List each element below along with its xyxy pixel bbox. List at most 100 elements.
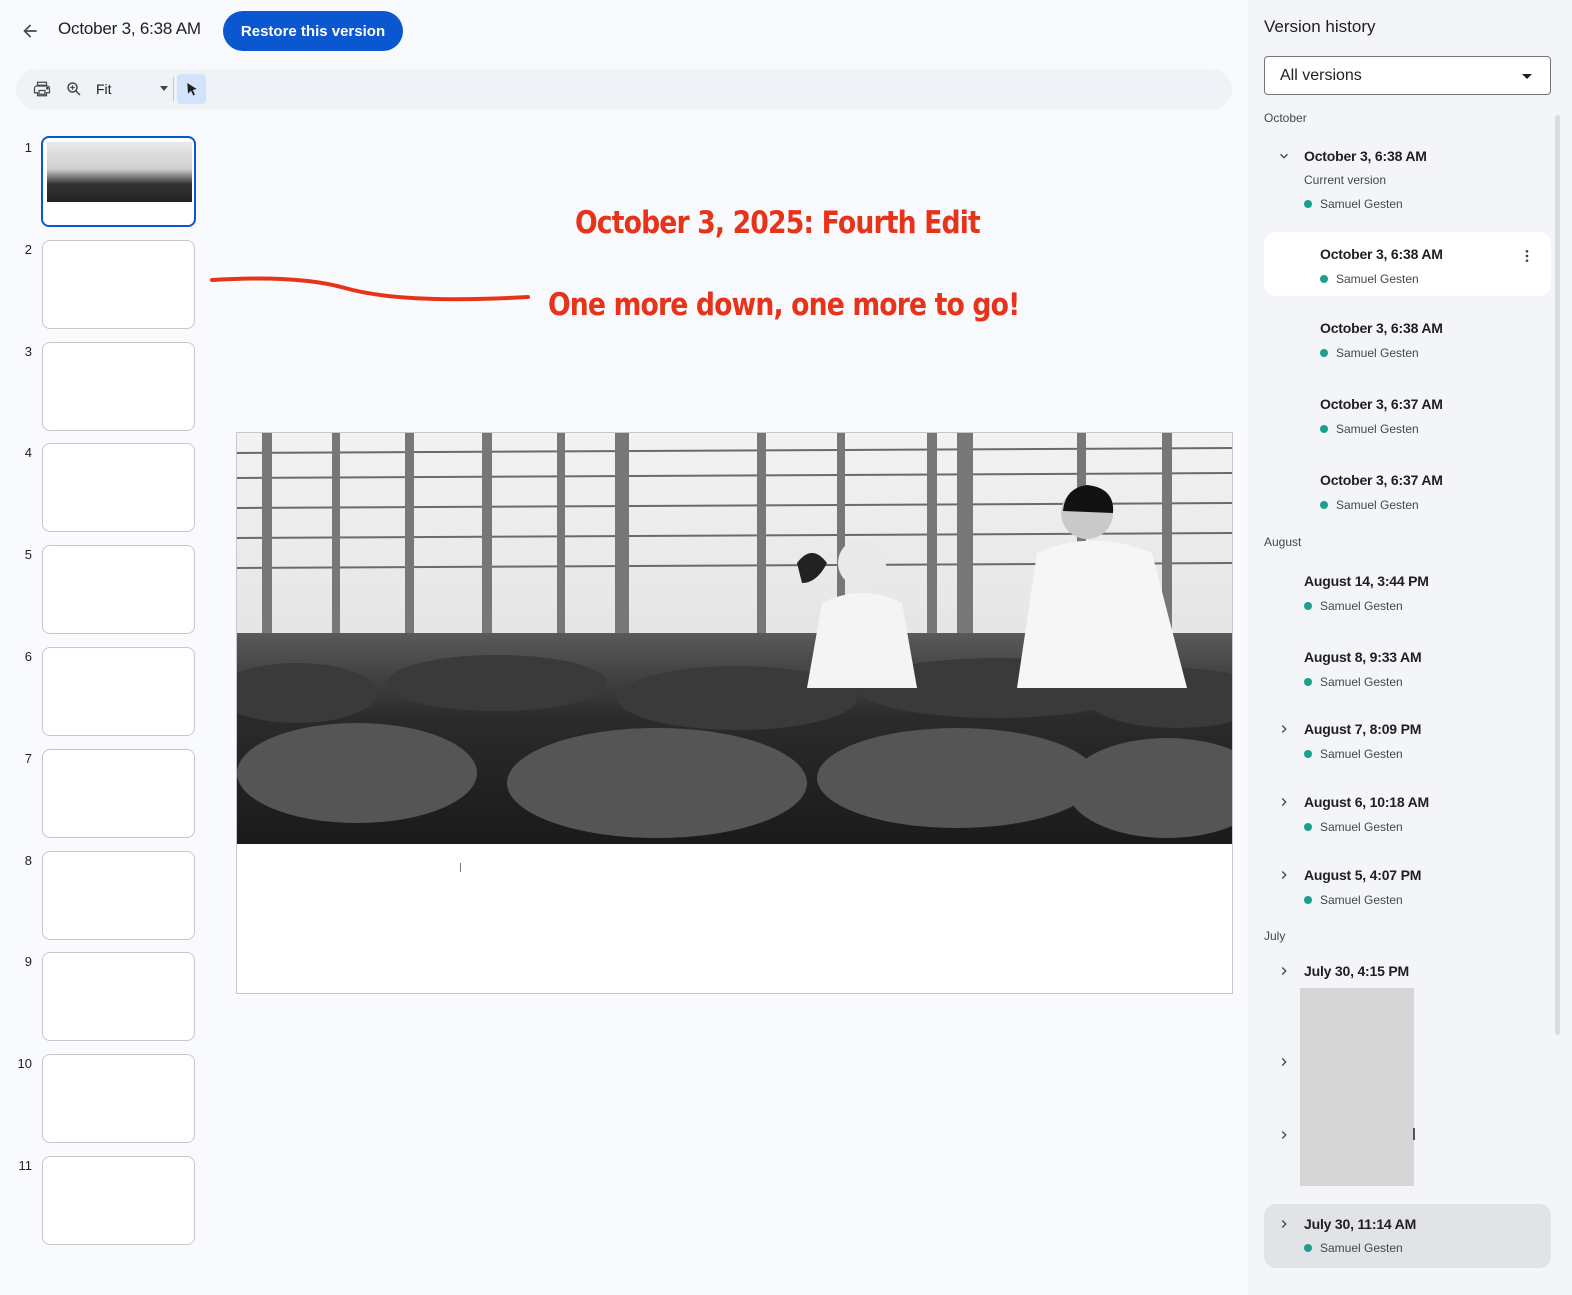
version-entry[interactable]: August 6, 10:18 AM Samuel Gesten	[1264, 786, 1551, 846]
author-color-dot	[1304, 200, 1312, 208]
author-name: Samuel Gesten	[1336, 422, 1419, 436]
chevron-right-icon[interactable]	[1276, 963, 1292, 979]
chevron-down-icon	[160, 86, 168, 91]
back-button[interactable]	[14, 15, 46, 47]
month-heading-july: July	[1264, 929, 1286, 943]
version-date: August 8, 9:33 AM	[1304, 649, 1422, 665]
version-author: Samuel Gesten	[1320, 272, 1419, 286]
slide-thumbnail[interactable]	[41, 136, 196, 227]
slide-thumbnail[interactable]	[42, 850, 195, 940]
slide-number: 1	[24, 140, 32, 155]
slide-number: 8	[24, 852, 32, 868]
version-date: August 6, 10:18 AM	[1304, 794, 1430, 810]
slide-number: 3	[24, 343, 32, 359]
version-date: October 3, 6:37 AM	[1320, 472, 1443, 488]
chevron-right-icon[interactable]	[1276, 721, 1292, 737]
version-date: August 5, 4:07 PM	[1304, 867, 1422, 883]
author-name: Samuel Gesten	[1320, 747, 1403, 761]
more-vert-icon[interactable]	[1517, 246, 1537, 266]
author-color-dot	[1304, 823, 1312, 831]
slide-number: 9	[24, 954, 32, 970]
print-button[interactable]	[30, 77, 54, 101]
author-name: Samuel Gesten	[1320, 675, 1403, 689]
author-color-dot	[1304, 678, 1312, 686]
version-header: October 3, 6:38 AM Restore this version	[0, 0, 1248, 62]
author-color-dot	[1320, 275, 1328, 283]
slide-canvas[interactable]	[236, 432, 1233, 994]
version-entry[interactable]: August 14, 3:44 PM Samuel Gesten	[1264, 565, 1551, 625]
author-color-dot	[1304, 896, 1312, 904]
version-author: Samuel Gesten	[1304, 1241, 1403, 1255]
version-author: Samuel Gesten	[1320, 346, 1419, 360]
zoom-button[interactable]	[62, 77, 86, 101]
version-history-title: Version history	[1264, 17, 1376, 36]
print-icon	[33, 81, 51, 97]
version-entry[interactable]: August 8, 9:33 AM Samuel Gesten	[1264, 641, 1551, 701]
zoom-value: Fit	[96, 81, 112, 97]
version-entry[interactable]: October 3, 6:38 AM Samuel Gesten	[1264, 312, 1551, 372]
slide-thumbnail[interactable]	[42, 341, 195, 431]
version-entry[interactable]: October 3, 6:38 AM Current version Samuel …	[1264, 140, 1551, 220]
author-color-dot	[1304, 1244, 1312, 1252]
author-name: Samuel Gesten	[1336, 498, 1419, 512]
chevron-down-icon	[1522, 74, 1532, 79]
version-history-panel: Version history All versions October Aug…	[1248, 0, 1572, 1295]
chevron-right-icon[interactable]	[1276, 794, 1292, 810]
toolbar-divider	[173, 77, 174, 101]
chevron-right-icon[interactable]	[1276, 1216, 1292, 1232]
version-entry[interactable]: July 30, 11:14 AM Samuel Gesten	[1264, 1204, 1551, 1268]
restore-version-button[interactable]: Restore this version	[223, 11, 403, 51]
zoom-icon	[67, 82, 81, 96]
author-color-dot	[1320, 425, 1328, 433]
viewer-toolbar: Fit	[16, 69, 1232, 109]
redacted-block	[1300, 988, 1414, 1186]
version-date: August 14, 3:44 PM	[1304, 573, 1429, 589]
slide-thumbnail[interactable]	[42, 647, 195, 736]
select-tool-button[interactable]	[177, 74, 206, 104]
chevron-right-icon[interactable]	[1276, 1127, 1292, 1143]
slide-thumbnail[interactable]	[42, 443, 195, 533]
version-author: Samuel Gesten	[1304, 820, 1403, 834]
text-cursor	[460, 863, 461, 872]
author-color-dot	[1304, 750, 1312, 758]
annotation-title: October 3, 2025: Fourth Edit	[575, 205, 981, 241]
month-heading-october: October	[1264, 111, 1307, 125]
version-date: October 3, 6:38 AM	[1304, 148, 1427, 164]
author-color-dot	[1320, 501, 1328, 509]
version-author: Samuel Gesten	[1304, 197, 1403, 211]
author-name: Samuel Gesten	[1320, 599, 1403, 613]
slide-thumbnail[interactable]	[42, 239, 195, 329]
author-name: Samuel Gesten	[1320, 893, 1403, 907]
version-filter-select[interactable]: All versions	[1264, 56, 1551, 95]
slide-thumbnail[interactable]	[42, 748, 195, 838]
chevron-right-icon[interactable]	[1276, 1054, 1292, 1070]
thumbnail-image	[47, 142, 192, 202]
month-heading-august: August	[1264, 535, 1302, 549]
slide-number: 7	[24, 750, 32, 766]
current-version-label: Current version	[1304, 173, 1387, 187]
zoom-select[interactable]: Fit	[96, 77, 174, 101]
version-entry[interactable]: August 7, 8:09 PM Samuel Gesten	[1264, 713, 1551, 773]
slide-number: 5	[24, 547, 32, 563]
author-color-dot	[1304, 602, 1312, 610]
author-name: Samuel Gesten	[1336, 272, 1419, 286]
annotation-underline	[210, 276, 530, 302]
chevron-right-icon[interactable]	[1276, 867, 1292, 883]
slide-thumbnail[interactable]	[42, 1156, 195, 1245]
version-title: October 3, 6:38 AM	[58, 19, 201, 38]
version-entry[interactable]: October 3, 6:37 AM Samuel Gesten	[1264, 388, 1551, 448]
slide-number: 4	[24, 445, 32, 461]
version-entry[interactable]: October 3, 6:38 AM Samuel Gesten	[1264, 232, 1551, 296]
chevron-down-icon[interactable]	[1276, 148, 1292, 164]
version-list-scrollbar[interactable]	[1555, 115, 1560, 1035]
slide-number: 11	[18, 1158, 33, 1173]
version-date: October 3, 6:37 AM	[1320, 396, 1443, 412]
slide-thumbnail[interactable]	[42, 545, 195, 635]
version-date: July 30, 11:14 AM	[1304, 1216, 1417, 1232]
version-entry[interactable]: August 5, 4:07 PM Samuel Gesten	[1264, 859, 1551, 919]
arrow-back-icon	[23, 24, 37, 38]
version-entry[interactable]: October 3, 6:37 AM Samuel Gesten	[1264, 464, 1551, 524]
slide-thumbnail[interactable]	[42, 1054, 195, 1144]
slide-thumbnail[interactable]	[42, 952, 195, 1042]
version-date: October 3, 6:38 AM	[1320, 320, 1443, 336]
